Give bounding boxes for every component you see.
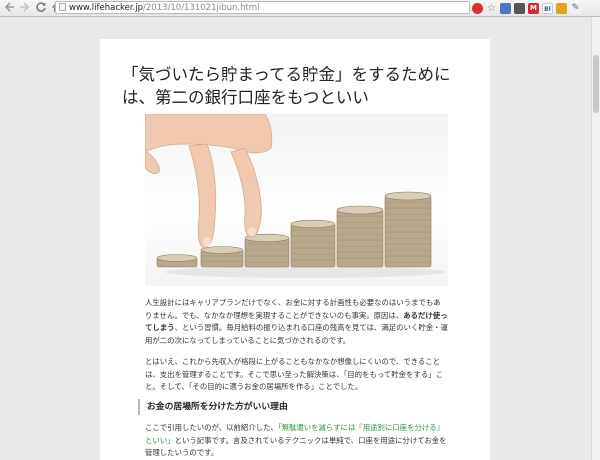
page-viewport: 「気づいたら貯まってる貯金」をするためには、第二の銀行口座をもつといい 人生設計… [0, 17, 591, 460]
paragraph-3-text-b: という記事です。言及されているテクニックは単純で、口座を用途に分けてお金を管理し… [145, 435, 447, 458]
paragraph-1-text-a: 人生設計にはキャリアプランだけでなく、お金に対する計画性も必要なのはいうまでもあ… [145, 298, 441, 320]
article-title: 「気づいたら貯まってる貯金」をするためには、第二の銀行口座をもつといい [122, 65, 451, 107]
coins-hand-illustration [145, 114, 445, 278]
wrench-icon[interactable]: ✎ [570, 2, 581, 14]
section-heading: お金の居場所を分けた方がいい理由 [138, 399, 448, 415]
paragraph-1: 人生設計にはキャリアプランだけでなく、お金に対する計画性も必要なのはいうまでもあ… [145, 297, 448, 347]
page-icon[interactable] [500, 2, 511, 14]
article-card: 「気づいたら貯まってる貯金」をするためには、第二の銀行口座をもつといい 人生設計… [100, 39, 490, 460]
url-host: www.lifehacker.jp [69, 3, 144, 13]
scrollbar-thumb[interactable] [593, 55, 599, 113]
extension-icons: ☆ M Bl ✎ [472, 1, 581, 15]
address-bar[interactable]: www.lifehacker.jp/2013/10/131021jibun.ht… [55, 1, 470, 14]
reload-icon[interactable] [34, 1, 48, 15]
bl-icon[interactable]: Bl [542, 2, 553, 14]
camera-icon[interactable] [514, 2, 525, 14]
hero-image [145, 114, 448, 286]
stop-red-icon[interactable] [472, 2, 483, 14]
paragraph-3-text-a: ここで引用したいのが、以前紹介した、 [145, 423, 278, 432]
star-icon[interactable]: ☆ [486, 3, 497, 14]
paragraph-1-text-b: 、という習慣。毎月給料の振り込まれる口座の残高を見ては、満足のいく貯金・運用が二… [145, 323, 448, 345]
paragraph-2: とはいえ、これから先収入が格段に上がることもなかなか想像しにくいので、できること… [145, 357, 443, 392]
paragraph-3: ここで引用したいのが、以前紹介した、「無駄遣いを減らすには『用途別に口座を分ける… [145, 422, 448, 460]
vertical-scrollbar[interactable] [591, 17, 600, 460]
back-arrow-icon[interactable] [2, 1, 16, 15]
page-favicon-icon [59, 3, 66, 11]
url-path: /2013/10/131021jibun.html [143, 3, 260, 13]
forward-arrow-icon[interactable] [18, 1, 32, 15]
browser-toolbar: www.lifehacker.jp/2013/10/131021jibun.ht… [0, 0, 600, 17]
gmail-icon[interactable]: M [528, 2, 539, 14]
zip-icon[interactable] [556, 2, 567, 14]
